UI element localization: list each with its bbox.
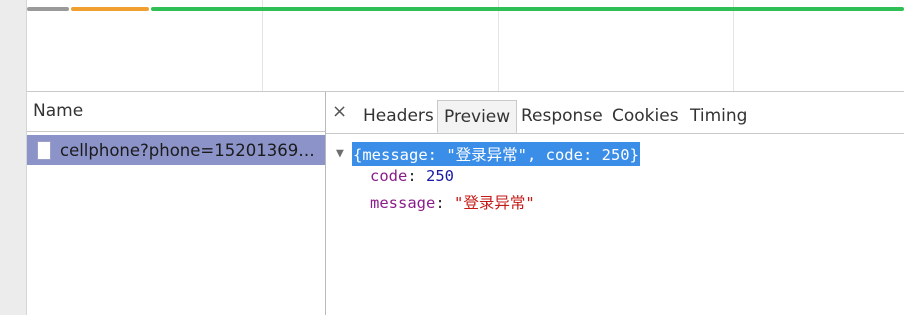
collapse-triangle-icon[interactable]: ▼ [336, 146, 344, 161]
left-edge-strip [0, 0, 27, 315]
request-name-label: cellphone?phone=152013698... [60, 140, 315, 160]
tab-timing[interactable]: Timing [684, 100, 753, 133]
network-timeline-overview[interactable] [27, 0, 904, 92]
timeline-bar-download [151, 7, 904, 11]
name-column-header[interactable]: Name [27, 92, 325, 132]
json-key-message: message [370, 194, 436, 212]
timeline-grid-line [498, 0, 499, 91]
document-icon [37, 140, 51, 160]
timeline-bar-connect [71, 7, 149, 11]
json-value-code: 250 [426, 167, 454, 185]
request-details-panel: × Headers Preview Response Cookies Timin… [326, 92, 904, 315]
tab-cookies[interactable]: Cookies [606, 100, 685, 133]
request-row-selected[interactable]: cellphone?phone=152013698... [27, 135, 325, 165]
tab-preview[interactable]: Preview [437, 100, 518, 133]
close-icon[interactable]: × [332, 101, 347, 122]
tab-response[interactable]: Response [515, 100, 609, 133]
json-preview-pane: ▼ {message: "登录异常", code: 250} code: 250… [326, 134, 904, 315]
timeline-grid-line [262, 0, 263, 91]
details-tab-bar: × Headers Preview Response Cookies Timin… [326, 92, 904, 134]
json-property-code: code: 250 [370, 167, 454, 185]
request-name-column: Name cellphone?phone=152013698... [27, 92, 326, 315]
timeline-grid-line [733, 0, 734, 91]
json-value-message: "登录异常" [454, 194, 535, 212]
json-property-message: message: "登录异常" [370, 194, 535, 212]
json-key-code: code [370, 167, 408, 185]
tab-headers[interactable]: Headers [357, 100, 440, 133]
timeline-bar-waiting [27, 7, 69, 11]
json-object-summary[interactable]: {message: "登录异常", code: 250} [352, 142, 640, 166]
